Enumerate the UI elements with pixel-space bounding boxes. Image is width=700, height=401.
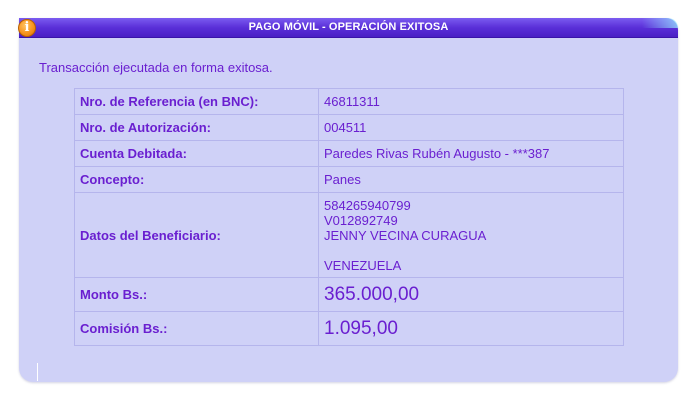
debited-account-value: Paredes Rivas Rubén Augusto - ***387 [318, 140, 624, 167]
table-row: Nro. de Autorización: 004511 [74, 114, 624, 141]
beneficiary-label: Datos del Beneficiario: [74, 192, 319, 278]
info-icon: i [18, 19, 36, 37]
reference-label: Nro. de Referencia (en BNC): [74, 88, 319, 115]
commission-value: 1.095,00 [318, 311, 624, 346]
beneficiary-phone: 584265940799 [324, 197, 411, 213]
commission-label: Comisión Bs.: [74, 311, 319, 346]
debited-account-label: Cuenta Debitada: [74, 140, 319, 167]
success-message: Transacción ejecutada en forma exitosa. [39, 60, 273, 75]
authorization-value: 004511 [318, 114, 624, 141]
amount-label: Monto Bs.: [74, 277, 319, 312]
table-row: Comisión Bs.: 1.095,00 [74, 311, 624, 346]
panel-title-text: PAGO MÓVIL - OPERACIÓN EXITOSA [248, 21, 449, 33]
authorization-label: Nro. de Autorización: [74, 114, 319, 141]
result-panel: PAGO MÓVIL - OPERACIÓN EXITOSA i Transac… [18, 18, 678, 382]
panel-title: PAGO MÓVIL - OPERACIÓN EXITOSA [19, 18, 678, 38]
panel-footer-divider [37, 363, 38, 381]
transaction-details-table: Nro. de Referencia (en BNC): 46811311 Nr… [74, 88, 624, 346]
beneficiary-value: 584265940799 V012892749 JENNY VECINA CUR… [318, 192, 624, 278]
table-row: Monto Bs.: 365.000,00 [74, 277, 624, 312]
concept-label: Concepto: [74, 166, 319, 193]
amount-value: 365.000,00 [318, 277, 624, 312]
beneficiary-blank-line [324, 243, 618, 258]
beneficiary-country: VENEZUELA [324, 257, 402, 273]
beneficiary-name: JENNY VECINA CURAGUA [324, 227, 487, 243]
table-row: Nro. de Referencia (en BNC): 46811311 [74, 88, 624, 115]
concept-value: Panes [318, 166, 624, 193]
table-row: Concepto: Panes [74, 166, 624, 193]
beneficiary-id: V012892749 [324, 212, 398, 228]
reference-value: 46811311 [318, 88, 624, 115]
table-row: Datos del Beneficiario: 584265940799 V01… [74, 192, 624, 278]
table-row: Cuenta Debitada: Paredes Rivas Rubén Aug… [74, 140, 624, 167]
